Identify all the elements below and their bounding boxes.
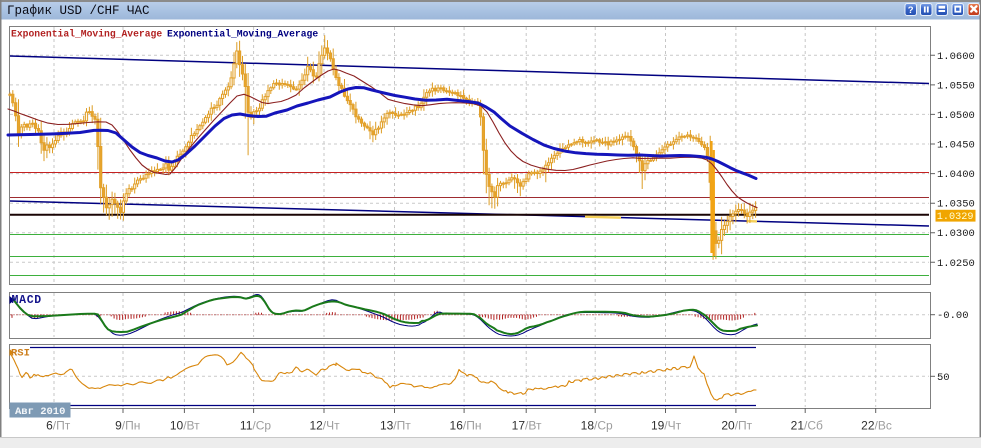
svg-text:/Ср: /Ср (594, 419, 613, 433)
svg-text:11: 11 (240, 419, 253, 433)
svg-text:/Пн: /Пн (463, 419, 482, 433)
svg-text:/Пн: /Пн (122, 419, 141, 433)
svg-text:18: 18 (581, 419, 595, 433)
svg-text:17: 17 (512, 419, 526, 433)
svg-text:10: 10 (170, 419, 184, 433)
svg-text:1.0600: 1.0600 (937, 51, 975, 63)
svg-text:/Вт: /Вт (525, 419, 542, 433)
svg-text:1.0400: 1.0400 (937, 169, 975, 181)
svg-text:/Вс: /Вс (875, 419, 892, 433)
svg-text:/Чт: /Чт (323, 419, 340, 433)
svg-text:16: 16 (450, 419, 464, 433)
svg-text:MACD: MACD (12, 294, 42, 307)
svg-text:/Ср: /Ср (252, 419, 271, 433)
svg-text:Exponential_Moving_Average: Exponential_Moving_Average (11, 29, 162, 40)
svg-text:/Сб: /Сб (804, 419, 823, 433)
svg-text:Авг 2010: Авг 2010 (15, 406, 65, 418)
svg-text:1.0300: 1.0300 (937, 228, 975, 240)
svg-text:12: 12 (309, 419, 323, 433)
svg-text:/Пт: /Пт (393, 419, 411, 433)
svg-text:1.0250: 1.0250 (937, 258, 975, 270)
svg-text:50: 50 (937, 372, 950, 384)
svg-text:1.0350: 1.0350 (937, 199, 975, 211)
svg-text:20: 20 (721, 419, 735, 433)
svg-text:13: 13 (380, 419, 394, 433)
svg-text:RSI: RSI (11, 348, 30, 360)
svg-text:/Вт: /Вт (183, 419, 200, 433)
svg-text:1.0550: 1.0550 (937, 80, 975, 92)
svg-text:/Пт: /Пт (53, 419, 71, 433)
svg-text:19: 19 (651, 419, 665, 433)
svg-text:Exponential_Moving_Average: Exponential_Moving_Average (167, 29, 318, 40)
svg-text:-0.00: -0.00 (937, 310, 969, 322)
svg-text:1.0500: 1.0500 (937, 110, 975, 122)
svg-text:21: 21 (791, 419, 805, 433)
svg-text:/Чт: /Чт (664, 419, 681, 433)
svg-text:?: ? (908, 5, 914, 16)
svg-text:1.0329: 1.0329 (937, 212, 974, 223)
svg-text:1.0450: 1.0450 (937, 140, 975, 152)
svg-text:/Пт: /Пт (735, 419, 753, 433)
svg-text:22: 22 (861, 419, 875, 433)
svg-text:График USD /CHF ЧАС: График USD /CHF ЧАС (7, 4, 150, 18)
